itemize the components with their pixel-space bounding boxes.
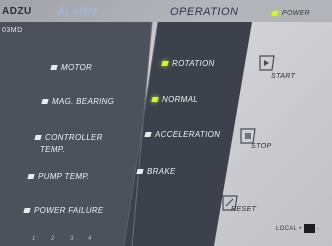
alarm-number: 1	[32, 236, 36, 242]
reset-label: RESET	[231, 206, 257, 213]
rotation-lamp-icon	[161, 61, 169, 66]
alarm-item-label: CONTROLLER	[45, 133, 103, 142]
alarm-lamp-icon	[23, 208, 31, 213]
alarm-item-label: MOTOR	[61, 63, 93, 72]
acceleration-lamp-icon	[144, 132, 152, 137]
operation-item-brake: BRAKE	[136, 167, 176, 176]
dash-separator: -	[316, 225, 319, 232]
alarm-number: 4	[88, 236, 92, 242]
alarm-number: 3	[70, 236, 74, 242]
operation-item-rotation: ROTATION	[161, 59, 215, 68]
alarm-item-label-line2: TEMP.	[40, 145, 65, 154]
model-label: 03MD	[2, 27, 23, 34]
alarm-item-label: PUMP TEMP.	[38, 172, 90, 181]
dot-separator: •	[299, 225, 302, 232]
power-lamp-icon	[271, 11, 279, 16]
operation-item-normal: NORMAL	[151, 95, 199, 104]
alarm-item-motor: MOTOR	[50, 63, 93, 72]
operation-item-label: NORMAL	[162, 95, 199, 104]
control-panel: ADZU 03MD ALARM OPERATION POWER MOTOR MA…	[0, 0, 332, 246]
alarm-item-label: MAG. BEARING	[52, 97, 115, 106]
alarm-item-label: POWER FAILURE	[34, 206, 104, 215]
power-label: POWER	[282, 10, 310, 17]
alarm-lamp-icon	[41, 99, 49, 104]
operation-item-label: ROTATION	[172, 59, 215, 68]
local-remote-selector[interactable]: LOCAL • -	[276, 224, 319, 233]
stop-button[interactable]: STOP	[239, 127, 279, 157]
alarm-number: 2	[51, 236, 55, 242]
alarm-lamp-icon	[34, 135, 42, 140]
power-indicator: POWER	[271, 10, 310, 17]
alarm-item-power-failure: POWER FAILURE	[23, 206, 104, 215]
start-icon	[259, 55, 275, 71]
alarm-lamp-icon	[27, 174, 35, 179]
operation-item-acceleration: ACCELERATION	[144, 130, 221, 139]
alarm-item-mag-bearing: MAG. BEARING	[41, 97, 115, 106]
brake-lamp-icon	[136, 169, 144, 174]
local-label: LOCAL	[276, 225, 298, 232]
normal-lamp-icon	[151, 97, 159, 102]
start-button[interactable]: START	[258, 54, 298, 84]
alarm-item-controller-temp: CONTROLLER	[34, 133, 103, 142]
alarm-item-pump-temp: PUMP TEMP.	[27, 172, 90, 181]
stop-label: STOP	[251, 143, 272, 150]
brand-logo: ADZU	[2, 6, 32, 17]
alarm-title: ALARM	[57, 6, 98, 18]
start-label: START	[271, 73, 296, 80]
operation-item-label: ACCELERATION	[155, 130, 221, 139]
local-switch-icon[interactable]	[303, 224, 315, 233]
operation-item-label: BRAKE	[147, 167, 176, 176]
alarm-lamp-icon	[50, 65, 58, 70]
operation-title: OPERATION	[170, 6, 239, 18]
reset-button[interactable]: RESET	[221, 194, 261, 222]
